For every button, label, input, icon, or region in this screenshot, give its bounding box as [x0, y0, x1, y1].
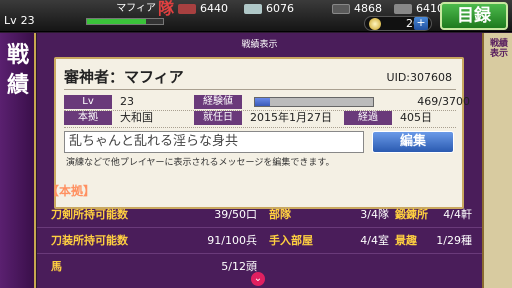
divider — [37, 227, 482, 228]
record-side-tab[interactable]: 戦績表示 — [482, 33, 512, 288]
side-tab-label: 戦績表示 — [490, 39, 509, 59]
level-progress-fill — [87, 19, 147, 24]
resource-value: 6440 — [200, 2, 228, 15]
mokuroku-button[interactable]: 目録 — [440, 2, 508, 30]
stat-value: 1/29種 — [436, 234, 472, 247]
stats-row: 刀装所持可能数 91/100兵 手入部屋 4/4室 景趣 1/29種 — [37, 231, 482, 251]
level-progress-bar — [86, 18, 164, 25]
add-koban-button[interactable]: + — [414, 17, 428, 30]
resource-water-steel: 6076 — [244, 2, 324, 16]
stat-label: 馬 — [51, 260, 62, 273]
resource-value: 4868 — [354, 2, 382, 15]
user-id: UID:307608 — [386, 71, 452, 84]
level-value: 23 — [120, 95, 134, 108]
appointment-date-row: 就任日 2015年1月27日 — [194, 111, 332, 125]
chevron-down-icon[interactable]: ⌄ — [251, 272, 265, 286]
divider — [64, 89, 456, 90]
stat-value: 3/4隊 — [360, 208, 389, 221]
level-label: Lv — [4, 14, 17, 27]
water-steel-icon — [244, 4, 262, 14]
profile-message-field[interactable]: 乱ちゃんと乱れる淫らな身共 — [64, 131, 364, 153]
stat-label: 刀剣所持可能数 — [51, 208, 128, 221]
elapsed-days-value: 405日 — [400, 111, 432, 124]
stat-value: 4/4軒 — [443, 208, 472, 221]
stat-value: 5/12頭 — [221, 260, 257, 273]
stat-value: 39/50口 — [214, 208, 257, 221]
experience-tag: 経験値 — [194, 95, 242, 109]
stat-value: 4/4室 — [360, 234, 389, 247]
divider — [37, 253, 482, 254]
level-value: 23 — [20, 14, 35, 27]
experience-value: 469/3700 — [417, 95, 470, 108]
unit-kanji: 隊 — [158, 0, 175, 18]
saniwa-name: 審神者：マフィア — [64, 68, 184, 86]
level-tag: Lv — [64, 95, 112, 109]
player-level: Lv 23 — [4, 13, 84, 29]
top-status-bar: Lv23 マフィア 隊 6440 6076 4868 6410 201 + 目録 — [0, 0, 512, 32]
experience-bar-fill — [255, 98, 270, 106]
unit-name: マフィア — [116, 3, 156, 14]
appointment-tag: 就任日 — [194, 111, 242, 125]
home-province-value: 大和国 — [120, 111, 153, 124]
stats-row: 刀剣所持可能数 39/50口 部隊 3/4隊 鍛錬所 4/4軒 — [37, 205, 482, 225]
record-panel: 戦績表示 審神者：マフィア UID:307608 Lv 23 経験値 469/3… — [37, 33, 482, 288]
banner-char: 績 — [6, 72, 29, 98]
stat-label: 刀装所持可能数 — [51, 234, 128, 247]
section-title-home: 【本拠】 — [47, 184, 96, 198]
appointment-date-value: 2015年1月27日 — [250, 111, 332, 124]
experience-bar — [254, 97, 374, 107]
left-vertical-banner: 戦 績 — [0, 33, 36, 288]
profile-card: 審神者：マフィア UID:307608 Lv 23 経験値 469/3700 本… — [54, 57, 470, 209]
level-row: Lv 23 — [64, 95, 134, 109]
stat-value: 91/100兵 — [207, 234, 257, 247]
elapsed-tag: 経過 — [344, 111, 392, 125]
cooling-material-icon — [332, 4, 350, 14]
elapsed-days-row: 経過 405日 — [344, 111, 432, 125]
whetstone-icon — [394, 4, 412, 14]
home-province-row: 本拠 大和国 — [64, 111, 153, 125]
resource-cooling-material: 4868 — [332, 2, 402, 16]
message-help-text: 演練などで他プレイヤーに表示されるメッセージを編集できます。 — [66, 158, 335, 168]
banner-char: 戦 — [6, 42, 29, 68]
panel-title: 戦績表示 — [241, 40, 278, 50]
stat-label: 手入部屋 — [269, 234, 313, 247]
divider — [64, 127, 456, 128]
home-tag: 本拠 — [64, 111, 112, 125]
koban-coin-icon — [369, 18, 381, 30]
stat-label: 部隊 — [269, 208, 291, 221]
charcoal-icon — [178, 4, 196, 14]
edit-message-button[interactable]: 編集 — [372, 131, 454, 153]
resource-value: 6076 — [266, 2, 294, 15]
experience-row: 経験値 469/3700 — [194, 95, 470, 109]
